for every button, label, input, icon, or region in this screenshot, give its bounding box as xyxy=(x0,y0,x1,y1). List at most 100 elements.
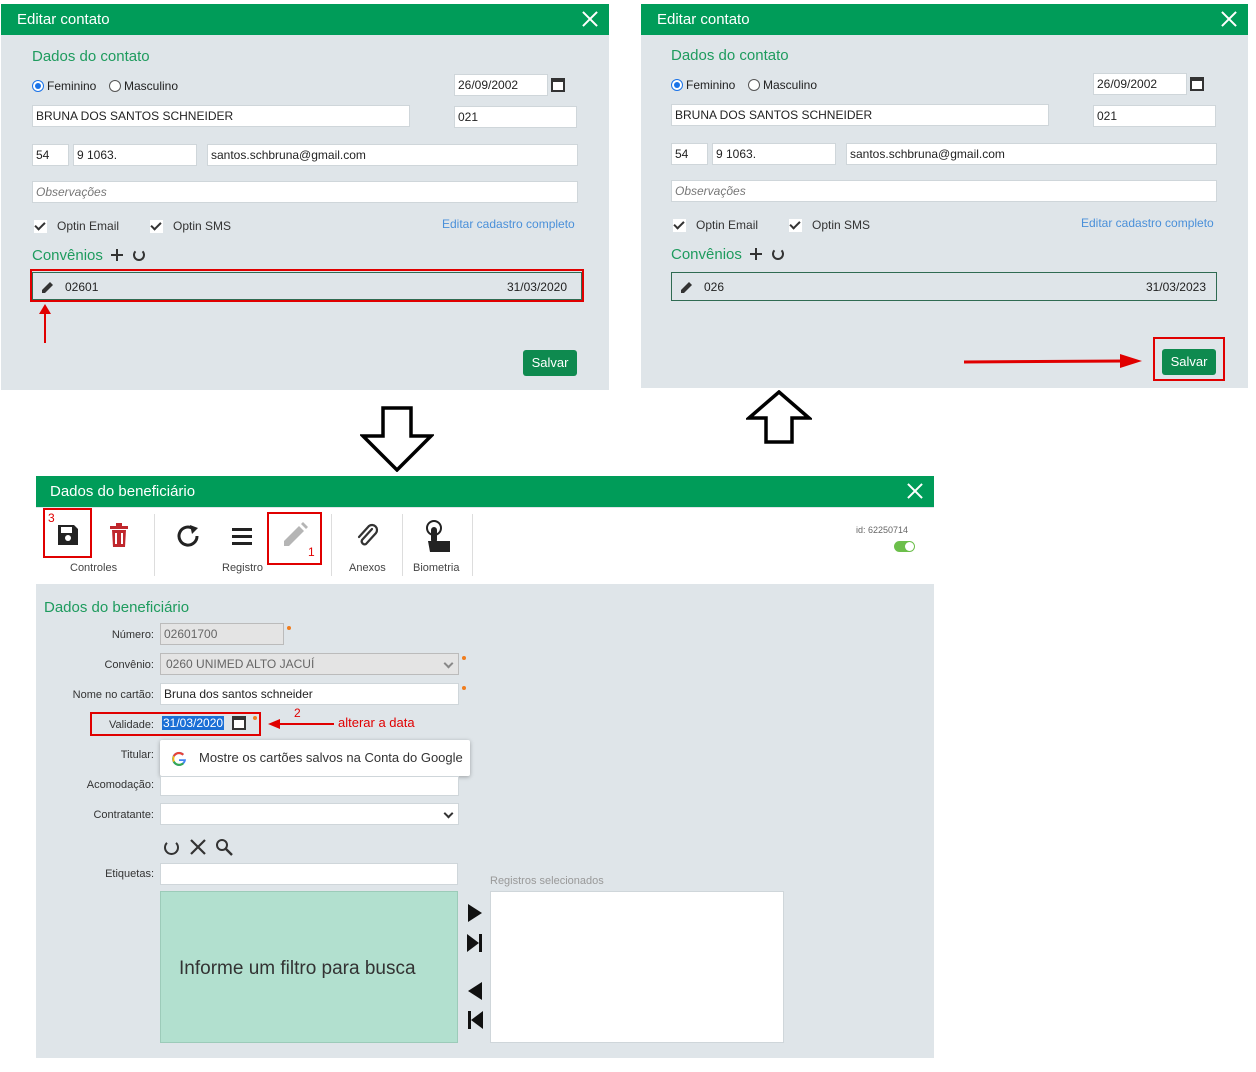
convenio-row[interactable]: 026 31/03/2023 xyxy=(671,272,1217,301)
radio-feminino[interactable]: Feminino xyxy=(32,79,96,93)
close-icon[interactable] xyxy=(904,480,926,502)
birthdate-input[interactable]: 26/09/2002 xyxy=(1093,73,1187,95)
move-left-icon[interactable] xyxy=(468,982,482,1000)
registro-label: Registro xyxy=(222,562,263,574)
google-icon xyxy=(172,751,186,766)
close-icon[interactable] xyxy=(579,8,601,30)
code-input[interactable]: 021 xyxy=(1093,105,1216,127)
numero-input[interactable]: 02601700 xyxy=(160,623,284,645)
radio-feminino[interactable]: Feminino xyxy=(671,78,735,92)
convenios-title: Convênios xyxy=(671,246,742,263)
biometria-label: Biometria xyxy=(413,562,460,574)
toolbar-separator xyxy=(402,514,403,576)
ddd-input[interactable]: 54 xyxy=(32,144,69,166)
left-edit-contact-dialog: Editar contato Dados do contato Feminino… xyxy=(1,4,609,390)
convenio-code: 026 xyxy=(704,280,725,294)
toolbar-separator xyxy=(472,514,473,576)
close-icon[interactable] xyxy=(1218,8,1240,30)
record-id: id: 62250714 xyxy=(856,525,909,535)
search-hint: Informe um filtro para busca xyxy=(179,958,416,979)
red-right-arrow xyxy=(964,354,1142,368)
fingerprint-touch-icon[interactable] xyxy=(420,519,454,553)
highlight-box xyxy=(30,269,584,302)
calendar-icon[interactable] xyxy=(1190,77,1204,91)
selected-records-list[interactable] xyxy=(490,891,784,1043)
close-icon[interactable] xyxy=(189,838,207,856)
toolbar-separator xyxy=(154,514,155,576)
email-input[interactable]: santos.schbruna@gmail.com xyxy=(846,143,1217,165)
move-all-right-icon[interactable] xyxy=(467,934,483,952)
optin-sms-checkbox[interactable]: Optin SMS xyxy=(789,218,870,232)
optin-email-checkbox[interactable]: Optin Email xyxy=(34,219,119,233)
notes-input[interactable]: Observações xyxy=(671,180,1217,202)
toolbar: Controles Registro Anexos Biometria id: … xyxy=(36,508,934,584)
menu-icon[interactable] xyxy=(232,527,252,545)
save-button[interactable]: Salvar xyxy=(523,350,577,376)
trash-icon[interactable] xyxy=(109,523,129,547)
refresh-icon[interactable] xyxy=(133,249,145,261)
radio-masculino[interactable]: Masculino xyxy=(109,79,178,93)
google-autofill-popup[interactable]: Mostre os cartões salvos na Conta do Goo… xyxy=(160,740,470,776)
annotation-text: alterar a data xyxy=(338,715,415,730)
dialog-title: Dados do beneficiário xyxy=(36,476,934,507)
reload-icon[interactable] xyxy=(176,525,202,547)
red-left-arrow xyxy=(268,719,334,729)
optin-sms-checkbox[interactable]: Optin SMS xyxy=(150,219,231,233)
convenio-date: 31/03/2023 xyxy=(1145,280,1206,294)
required-marker xyxy=(287,626,291,630)
refresh-icon[interactable] xyxy=(164,840,179,855)
dialog-title: Editar contato xyxy=(1,4,609,35)
pencil-icon[interactable] xyxy=(680,280,694,294)
annotation-number: 1 xyxy=(308,545,315,559)
edit-full-link[interactable]: Editar cadastro completo xyxy=(442,217,575,231)
titular-label: Titular: xyxy=(120,749,154,761)
name-input[interactable]: BRUNA DOS SANTOS SCHNEIDER xyxy=(671,104,1049,126)
acomodacao-label: Acomodação: xyxy=(86,779,154,791)
nome-input[interactable]: Bruna dos santos schneider xyxy=(160,683,459,705)
name-input[interactable]: BRUNA DOS SANTOS SCHNEIDER xyxy=(32,105,410,127)
toolbar-separator xyxy=(331,514,332,576)
search-results-area[interactable]: Informe um filtro para busca xyxy=(160,891,458,1043)
acomodacao-input[interactable] xyxy=(160,776,459,796)
section-title: Dados do contato xyxy=(671,47,789,64)
red-up-arrow xyxy=(39,304,51,343)
paperclip-icon[interactable] xyxy=(354,523,380,549)
contratante-select[interactable] xyxy=(160,803,459,825)
required-marker xyxy=(462,656,466,660)
right-edit-contact-dialog: Editar contato Dados do contato Feminino… xyxy=(641,4,1248,388)
refresh-icon[interactable] xyxy=(772,248,784,260)
edit-full-link[interactable]: Editar cadastro completo xyxy=(1081,216,1214,230)
add-icon[interactable] xyxy=(750,248,762,260)
phone-input[interactable]: 9 1063. xyxy=(712,143,836,165)
annotation-number: 3 xyxy=(48,511,55,525)
controles-label: Controles xyxy=(70,562,118,574)
up-arrow-icon xyxy=(746,390,812,444)
code-input[interactable]: 021 xyxy=(454,106,577,128)
selected-title: Registros selecionados xyxy=(490,875,604,887)
move-right-icon[interactable] xyxy=(468,904,482,922)
contratante-label: Contratante: xyxy=(93,809,154,821)
down-arrow-icon xyxy=(360,406,434,472)
convenio-select[interactable]: 0260 UNIMED ALTO JACUÍ xyxy=(160,653,459,675)
anexos-label: Anexos xyxy=(349,562,386,574)
phone-input[interactable]: 9 1063. xyxy=(73,144,197,166)
calendar-icon[interactable] xyxy=(551,78,565,92)
optin-email-checkbox[interactable]: Optin Email xyxy=(673,218,758,232)
radio-masculino[interactable]: Masculino xyxy=(748,78,817,92)
search-icon[interactable] xyxy=(215,838,233,856)
etiquetas-label: Etiquetas: xyxy=(105,868,154,880)
active-toggle[interactable] xyxy=(894,541,915,552)
ddd-input[interactable]: 54 xyxy=(671,143,708,165)
section-title: Dados do contato xyxy=(32,48,150,65)
highlight-box xyxy=(1153,337,1225,381)
birthdate-input[interactable]: 26/09/2002 xyxy=(454,74,548,96)
notes-input[interactable]: Observações xyxy=(32,181,578,203)
required-marker xyxy=(462,686,466,690)
move-all-left-icon[interactable] xyxy=(467,1011,483,1029)
email-input[interactable]: santos.schbruna@gmail.com xyxy=(207,144,578,166)
highlight-box xyxy=(90,712,261,736)
etiquetas-input[interactable] xyxy=(160,863,458,885)
add-icon[interactable] xyxy=(111,249,123,261)
dialog-title: Editar contato xyxy=(641,4,1248,35)
nome-label: Nome no cartão: xyxy=(72,689,154,701)
